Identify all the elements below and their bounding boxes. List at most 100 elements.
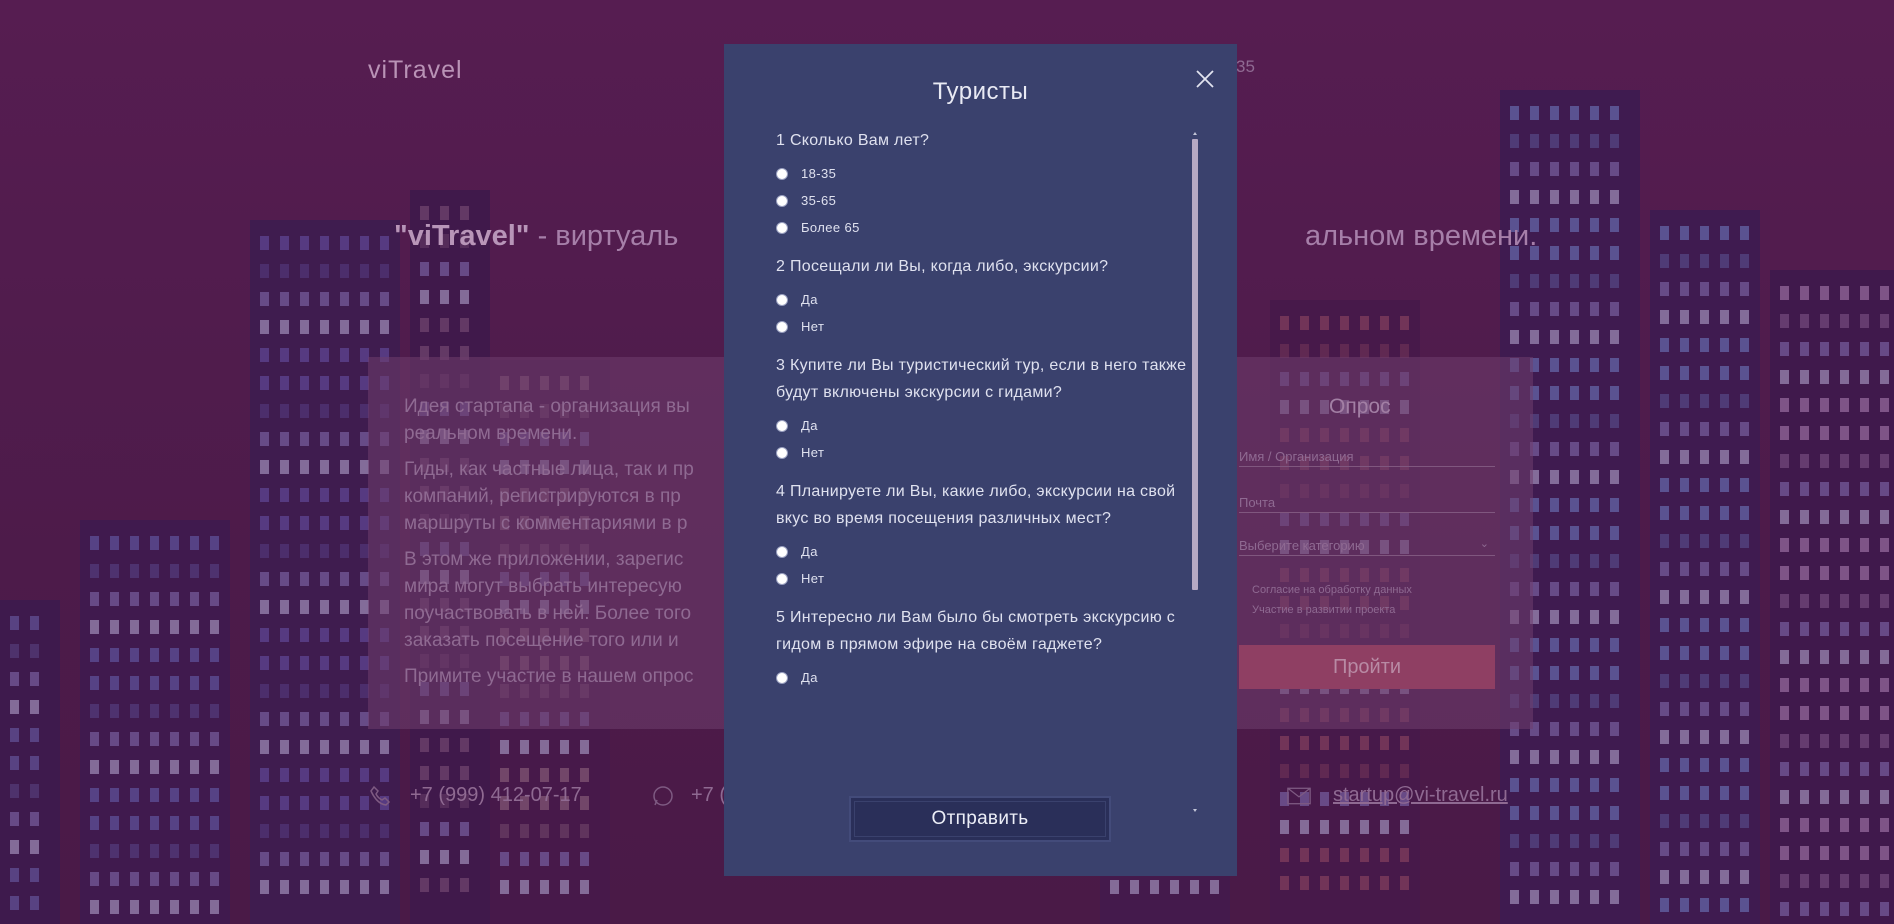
answer-option[interactable]: Да [776,664,1200,691]
building-window [320,376,329,390]
close-icon[interactable] [1192,66,1218,92]
building-window [340,852,349,866]
answer-option-label: Да [801,670,818,685]
building-window [190,648,199,662]
building-window [340,432,349,446]
answer-option[interactable]: 35-65 [776,187,1200,214]
building-window [1530,190,1539,204]
consent-checkbox-label[interactable]: Согласие на обработку данных [1252,584,1412,596]
building-window [1570,106,1579,120]
building-window [1700,758,1709,772]
building-window [1530,834,1539,848]
building-window [1660,394,1669,408]
building-window [1320,820,1329,834]
radio-button[interactable] [776,293,788,306]
answer-option[interactable]: Нет [776,313,1200,340]
questions-scrollbar[interactable] [1190,132,1200,812]
building-window [1570,218,1579,232]
building-window [90,732,99,746]
building-window [280,628,289,642]
scroll-up-arrow[interactable] [1193,132,1197,135]
building-window [130,732,139,746]
radio-button[interactable] [776,419,788,432]
building-window [1550,414,1559,428]
building-window [580,824,589,838]
answer-option[interactable]: 18-35 [776,160,1200,187]
building-window [1610,218,1619,232]
building-window [210,648,219,662]
radio-button[interactable] [776,446,788,459]
radio-button[interactable] [776,671,788,684]
building-window [1680,758,1689,772]
building-window [460,850,469,864]
building-window [1550,386,1559,400]
building-window [1550,722,1559,736]
phone-number[interactable]: +7 (999) 412-07-17 [410,784,582,807]
building-window [1590,330,1599,344]
answer-option[interactable]: Да [776,538,1200,565]
building-window [1720,730,1729,744]
building-window [1680,394,1689,408]
scroll-down-arrow[interactable] [1193,809,1197,812]
radio-button[interactable] [776,545,788,558]
answer-option[interactable]: Да [776,412,1200,439]
building-window [1340,344,1349,358]
radio-button[interactable] [776,572,788,585]
building-window [170,816,179,830]
building-window [1780,398,1789,412]
building-window [90,844,99,858]
building-window [1780,650,1789,664]
building-window [1680,282,1689,296]
building-window [500,852,509,866]
radio-button[interactable] [776,221,788,234]
building-window [1780,678,1789,692]
building-window [320,684,329,698]
building-window [1840,286,1849,300]
building-window [1380,344,1389,358]
building-window [1740,618,1749,632]
building-window [1570,274,1579,288]
building-window [1400,876,1409,890]
name-field[interactable]: Имя / Организация [1239,449,1495,467]
building-window [1880,286,1889,300]
building-window [1700,282,1709,296]
building-window [280,488,289,502]
building-window [1300,344,1309,358]
building-window [1680,786,1689,800]
building-window [210,844,219,858]
building-window [170,676,179,690]
participation-checkbox-label[interactable]: Участие в развитии проекта [1252,604,1395,616]
questions-list[interactable]: 1 Сколько Вам лет? 18-35 35-65 Более 65 2 По… [776,127,1200,811]
building-window [260,264,269,278]
answer-option[interactable]: Да [776,286,1200,313]
building-window [1780,846,1789,860]
question-block: 2 Посещали ли Вы, когда либо, экскурсии?… [776,253,1200,340]
building-window [110,900,119,914]
building-window [1880,510,1889,524]
building-window [110,676,119,690]
building-window [1510,778,1519,792]
building-window [1780,622,1789,636]
email-link[interactable]: startup@vi-travel.ru [1333,784,1508,807]
answer-option[interactable]: Более 65 [776,214,1200,241]
radio-button[interactable] [776,194,788,207]
building-window [460,206,469,220]
answer-option[interactable]: Нет [776,439,1200,466]
building-window [30,896,39,910]
radio-button[interactable] [776,167,788,180]
category-select[interactable]: Выберите категорию ⌄ [1239,538,1495,556]
submit-button[interactable]: Отправить [849,796,1111,842]
building-window [1660,366,1669,380]
building-window [1880,706,1889,720]
building-window [300,600,309,614]
answer-option[interactable]: Нет [776,565,1200,592]
scroll-thumb[interactable] [1192,139,1198,590]
building-window [1110,880,1119,894]
building-window [130,760,139,774]
building-window [1400,848,1409,862]
whatsapp-number[interactable]: +7 ( [691,784,726,807]
email-field[interactable]: Почта [1239,495,1495,513]
radio-button[interactable] [776,320,788,333]
building-window [1720,842,1729,856]
survey-go-button[interactable]: Пройти [1239,645,1495,689]
